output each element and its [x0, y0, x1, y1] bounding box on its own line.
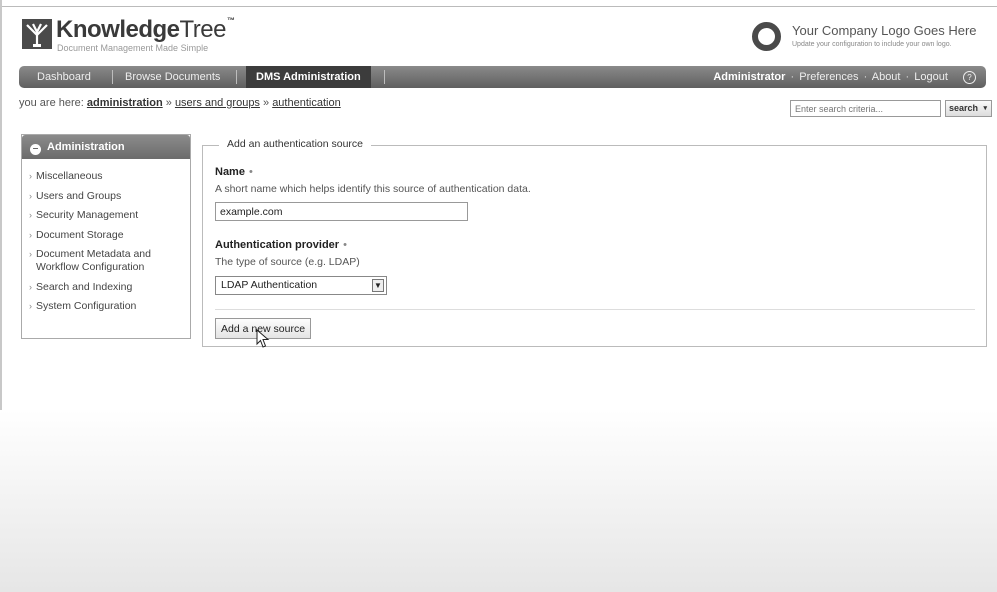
name-field-label: Name • [215, 166, 253, 178]
search-button[interactable]: search ▾ [945, 100, 992, 117]
user-menu: Administrator · Preferences · About · Lo… [713, 66, 976, 88]
about-link[interactable]: About [872, 71, 901, 83]
form-legend: Add an authentication source [219, 138, 372, 150]
sidebar-item-users-and-groups[interactable]: Users and Groups [29, 190, 190, 203]
nav-dot: · [790, 71, 795, 83]
tab-dashboard[interactable]: Dashboard [37, 66, 91, 88]
provider-field-label: Authentication provider • [215, 239, 347, 251]
chevron-down-icon[interactable]: ▼ [372, 279, 384, 292]
sidebar-item-search-and-indexing[interactable]: Search and Indexing [29, 281, 190, 294]
nav-dot: · [905, 71, 910, 83]
breadcrumb-separator: » [263, 97, 270, 109]
breadcrumb-separator: » [165, 97, 172, 109]
sidebar-item-document-storage[interactable]: Document Storage [29, 229, 190, 242]
provider-field-description: The type of source (e.g. LDAP) [215, 256, 360, 268]
sidebar-menu: Miscellaneous Users and Groups Security … [22, 159, 190, 313]
company-logo: Your Company Logo Goes Here Update your … [752, 20, 982, 54]
sidebar-item-security-management[interactable]: Security Management [29, 209, 190, 222]
brand-name: KnowledgeTree™ [56, 16, 235, 44]
window-top-edge [0, 6, 997, 7]
preferences-link[interactable]: Preferences [799, 71, 858, 83]
provider-label-text: Authentication provider [215, 239, 340, 251]
company-logo-subtitle: Update your configuration to include you… [792, 41, 952, 48]
page-bottom-fade [0, 410, 997, 592]
sidebar-title: Administration [47, 141, 125, 153]
breadcrumb: you are here: administration » users and… [19, 97, 341, 109]
brand-name-bold: Knowledge [56, 16, 180, 43]
required-marker: • [343, 239, 347, 251]
collapse-icon[interactable]: – [30, 144, 41, 155]
brand-trademark: ™ [226, 16, 235, 25]
add-auth-source-form: Add an authentication source Name • A sho… [202, 138, 987, 347]
nav-separator [384, 70, 385, 84]
brand-name-light: Tree [179, 16, 227, 43]
provider-selected-value: LDAP Authentication [221, 279, 318, 291]
administration-sidebar: –Administration Miscellaneous Users and … [21, 134, 191, 339]
company-ring-icon [752, 22, 781, 51]
sidebar-header[interactable]: – Administration [22, 135, 190, 159]
form-divider [215, 309, 975, 310]
tab-dms-administration[interactable]: DMS Administration [246, 66, 371, 88]
name-input[interactable] [215, 202, 468, 221]
current-user: Administrator [713, 71, 786, 83]
mouse-pointer-icon [256, 329, 270, 348]
search-dropdown-arrow-icon: ▾ [983, 105, 987, 112]
brand-tagline: Document Management Made Simple [57, 43, 209, 53]
nav-separator [112, 70, 113, 84]
sidebar-item-system-configuration[interactable]: System Configuration [29, 300, 190, 313]
search-button-label: search [949, 103, 979, 113]
tab-browse-documents[interactable]: Browse Documents [125, 66, 220, 88]
knowledgetree-logo[interactable]: KnowledgeTree™ Document Management Made … [22, 16, 242, 53]
company-logo-title: Your Company Logo Goes Here [792, 23, 977, 38]
name-field-description: A short name which helps identify this s… [215, 183, 531, 195]
breadcrumb-administration[interactable]: administration [87, 97, 163, 109]
logout-link[interactable]: Logout [914, 71, 948, 83]
help-icon[interactable]: ? [963, 70, 976, 84]
provider-select[interactable]: LDAP Authentication ▼ [215, 276, 387, 295]
sidebar-item-document-metadata[interactable]: Document Metadata and Workflow Configura… [29, 248, 176, 274]
search-input[interactable] [790, 100, 941, 117]
required-marker: • [248, 166, 253, 178]
nav-dot: · [863, 71, 868, 83]
breadcrumb-prefix: you are here: [19, 97, 84, 109]
tree-logo-icon [22, 19, 52, 49]
main-navbar: Dashboard Browse Documents DMS Administr… [19, 66, 986, 88]
breadcrumb-users-and-groups[interactable]: users and groups [175, 97, 260, 109]
name-label-text: Name [215, 166, 245, 178]
nav-separator [236, 70, 237, 84]
sidebar-item-miscellaneous[interactable]: Miscellaneous [29, 170, 190, 183]
breadcrumb-authentication[interactable]: authentication [272, 97, 341, 109]
